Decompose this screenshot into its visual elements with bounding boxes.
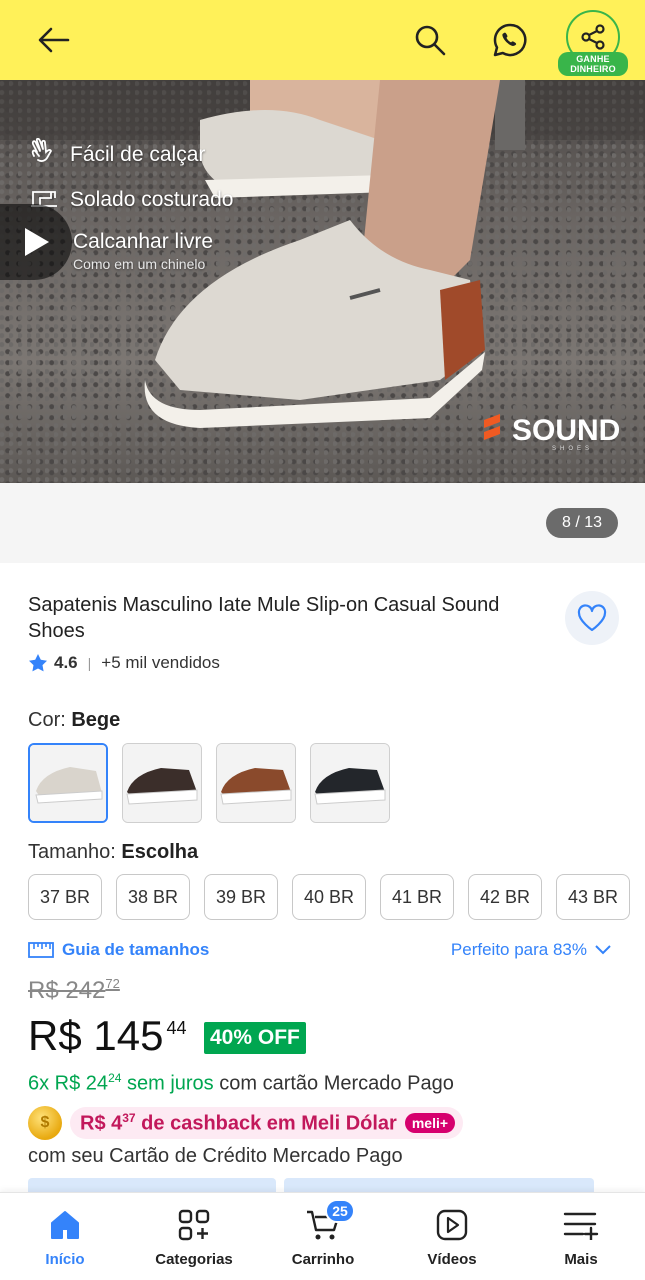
nav-item-carrinho[interactable]: 25 Carrinho: [268, 1199, 378, 1268]
installments-no-interest: sem juros: [126, 1072, 214, 1095]
feature-label: Calcanhar livre: [73, 230, 214, 253]
color-label-row: Cor: Bege: [28, 709, 120, 732]
current-price: R$ 145 44: [28, 1012, 186, 1060]
size-guide-label: Guia de tamanhos: [62, 940, 210, 959]
brand-sub: SHOES: [552, 446, 594, 452]
nav-item-categorias[interactable]: Categorias: [139, 1205, 249, 1268]
meli-plus-badge: meli+: [404, 1113, 456, 1133]
image-counter: 8 / 13: [546, 508, 618, 538]
share-earn-badge: GANHE DINHEIRO: [558, 52, 628, 76]
cart-count-badge: 25: [325, 1199, 355, 1223]
video-icon: [432, 1205, 472, 1245]
color-label: Cor:: [28, 709, 66, 731]
feature-free-heel: Calcanhar livre: [73, 230, 213, 254]
favorite-button[interactable]: [565, 591, 619, 645]
color-swatch-marrom-escuro[interactable]: [122, 743, 202, 823]
divider: |: [87, 655, 92, 671]
rating-value: 4.6: [54, 653, 78, 672]
categories-icon: [174, 1205, 214, 1245]
ruler-icon: [28, 942, 54, 958]
installments-cents: 24: [108, 1071, 122, 1085]
color-swatch-caramelo[interactable]: [216, 743, 296, 823]
top-bar: GANHE DINHEIRO: [0, 0, 645, 80]
meli-dollar-coin-icon: $: [28, 1106, 62, 1140]
brand-name: SOUND: [512, 414, 621, 447]
price-int: R$ 145: [28, 1012, 164, 1059]
size-option[interactable]: 40 BR: [292, 874, 366, 920]
size-label-row: Tamanho: Escolha: [28, 841, 198, 864]
size-guide-link[interactable]: Guia de tamanhos: [28, 940, 209, 960]
size-options: 37 BR 38 BR 39 BR 40 BR 41 BR 42 BR 43 B…: [28, 874, 630, 920]
more-icon: [561, 1205, 601, 1245]
nav-label: Vídeos: [427, 1251, 477, 1268]
search-icon[interactable]: [408, 18, 452, 62]
feature-easy-wear: Fácil de calçar: [28, 137, 206, 171]
cashback-cents: 37: [122, 1110, 136, 1125]
chevron-down-icon: [595, 945, 611, 955]
brand-logo: SOUND SHOES: [482, 414, 621, 452]
discount-badge: 40% OFF: [204, 1022, 306, 1054]
cashback-amount: R$ 4: [80, 1112, 123, 1135]
product-image[interactable]: Fácil de calçar Solado costurado Calcanh…: [0, 80, 645, 483]
old-price-cents: 72: [105, 976, 120, 991]
size-option[interactable]: 37 BR: [28, 874, 102, 920]
nav-item-mais[interactable]: Mais: [526, 1205, 636, 1268]
star-icon: [29, 654, 47, 672]
feature-label: Fácil de calçar: [70, 142, 206, 166]
nav-label: Carrinho: [291, 1251, 355, 1268]
buy-now-button-peek[interactable]: [28, 1178, 276, 1192]
cashback-pill: R$ 437 de cashback em Meli Dólar meli+: [70, 1107, 464, 1139]
whatsapp-icon[interactable]: [488, 18, 532, 62]
gallery-bar: 8 / 13: [0, 483, 645, 563]
nav-label: Mais: [564, 1251, 598, 1268]
installments-card: com cartão Mercado Pago: [219, 1072, 454, 1095]
play-icon: [25, 228, 49, 256]
size-option[interactable]: 38 BR: [116, 874, 190, 920]
price-cents: 44: [166, 1018, 187, 1038]
cart-icon: 25: [303, 1199, 355, 1245]
nav-item-videos[interactable]: Vídeos: [397, 1205, 507, 1268]
rating-row[interactable]: 4.6 | +5 mil vendidos: [28, 653, 220, 673]
size-option[interactable]: 41 BR: [380, 874, 454, 920]
bottom-navigation: Início Categorias 25 Carrinho Vídeos Mai…: [0, 1192, 645, 1280]
feature-subtext: Como em um chinelo: [73, 256, 206, 272]
size-option[interactable]: 42 BR: [468, 874, 542, 920]
cashback-subtext: com seu Cartão de Crédito Mercado Pago: [28, 1145, 403, 1167]
size-option[interactable]: 43 BR: [556, 874, 630, 920]
cashback-row[interactable]: $ R$ 437 de cashback em Meli Dólar meli+: [28, 1106, 464, 1140]
fit-dropdown[interactable]: Perfeito para 83%: [451, 940, 611, 960]
heart-icon: [577, 604, 607, 632]
size-option[interactable]: 39 BR: [204, 874, 278, 920]
color-swatch-bege[interactable]: [28, 743, 108, 823]
hand-wave-icon: [28, 137, 60, 171]
home-icon: [45, 1205, 85, 1245]
installments-amount: 6x R$ 24: [28, 1072, 109, 1095]
old-price: R$ 24272: [28, 976, 120, 1005]
old-price-int: R$ 242: [28, 977, 106, 1004]
color-value: Bege: [71, 709, 121, 731]
size-value: Escolha: [121, 841, 199, 863]
size-label: Tamanho:: [28, 841, 116, 863]
installments[interactable]: 6x R$ 2424 sem juros com cartão Mercado …: [28, 1071, 454, 1096]
product-title: Sapatenis Masculino Iate Mule Slip-on Ca…: [28, 594, 500, 642]
sold-count: +5 mil vendidos: [101, 653, 220, 672]
fit-label: Perfeito para 83%: [450, 940, 587, 959]
color-swatches: [28, 743, 390, 823]
nav-label: Categorias: [155, 1251, 233, 1268]
back-arrow-icon[interactable]: [30, 20, 78, 60]
add-to-cart-button-peek[interactable]: [284, 1178, 594, 1192]
feature-stitched-sole: Solado costurado: [28, 184, 233, 215]
share-earn-button[interactable]: GANHE DINHEIRO: [558, 6, 630, 78]
nav-label: Início: [45, 1251, 85, 1268]
feature-label: Solado costurado: [70, 187, 234, 211]
cashback-text: de cashback em Meli Dólar: [141, 1112, 397, 1135]
nav-item-inicio[interactable]: Início: [10, 1205, 120, 1268]
color-swatch-preto[interactable]: [310, 743, 390, 823]
